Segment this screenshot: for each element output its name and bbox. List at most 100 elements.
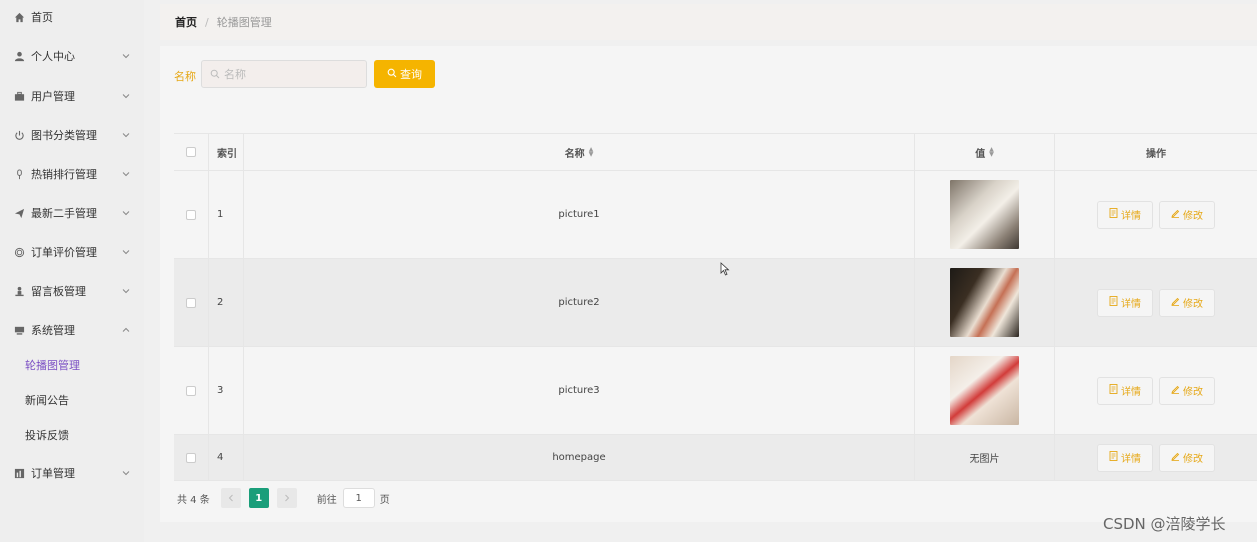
sort-icon[interactable]: ▲ ▼ bbox=[589, 147, 594, 158]
user-icon bbox=[14, 51, 25, 62]
row-thumbnail[interactable] bbox=[950, 268, 1019, 337]
chevron-up-icon bbox=[122, 326, 130, 334]
row-name: picture2 bbox=[558, 297, 600, 308]
pagination-total: 共 4 条 bbox=[177, 494, 210, 506]
edit-label: 修改 bbox=[1183, 299, 1203, 310]
mouse-cursor-icon bbox=[720, 262, 730, 276]
page-number-current[interactable]: 1 bbox=[248, 488, 269, 508]
query-button[interactable]: 查询 bbox=[374, 60, 435, 88]
header-name: 名称 bbox=[564, 148, 585, 160]
row-thumbnail[interactable] bbox=[950, 180, 1019, 249]
detail-button[interactable]: 详情 bbox=[1097, 288, 1153, 317]
row-index: 1 bbox=[217, 209, 224, 220]
sidebar-item-hot-ranking[interactable]: 热销排行管理 bbox=[0, 162, 144, 186]
sidebar-item-home[interactable]: 首页 bbox=[0, 5, 144, 29]
sidebar-item-label: 用户管理 bbox=[31, 90, 75, 103]
detail-button[interactable]: 详情 bbox=[1097, 443, 1153, 472]
search-icon bbox=[387, 68, 397, 81]
sidebar-item-label: 最新二手管理 bbox=[31, 207, 97, 220]
sidebar-item-book-category[interactable]: 图书分类管理 bbox=[0, 123, 144, 147]
sidebar-subitem-news[interactable]: 新闻公告 bbox=[25, 390, 69, 410]
table-row: 3 picture3 详情 修改 bbox=[174, 347, 1257, 435]
edit-icon bbox=[1171, 451, 1180, 464]
edit-button[interactable]: 修改 bbox=[1159, 200, 1215, 229]
chevron-down-icon bbox=[122, 287, 130, 295]
chevron-down-icon bbox=[122, 52, 130, 60]
sidebar-item-system[interactable]: 系统管理 bbox=[0, 318, 144, 342]
header-value: 值 bbox=[975, 148, 986, 160]
goto-label: 前往 bbox=[316, 494, 337, 506]
row-checkbox[interactable] bbox=[186, 452, 196, 463]
document-icon bbox=[1109, 384, 1118, 397]
chevron-down-icon bbox=[122, 209, 130, 217]
breadcrumb-current: 轮播图管理 bbox=[216, 16, 272, 29]
chevron-right-icon bbox=[284, 494, 289, 502]
edit-button[interactable]: 修改 bbox=[1159, 376, 1215, 405]
header-value-cell[interactable]: 值 ▲ ▼ bbox=[915, 134, 1055, 170]
sidebar-item-label: 热销排行管理 bbox=[31, 168, 97, 181]
sidebar-item-secondhand[interactable]: 最新二手管理 bbox=[0, 201, 144, 225]
query-button-label: 查询 bbox=[400, 68, 422, 81]
sidebar-item-label: 个人中心 bbox=[31, 50, 75, 63]
edit-label: 修改 bbox=[1183, 211, 1203, 222]
sidebar-item-order-review[interactable]: 订单评价管理 bbox=[0, 240, 144, 264]
power-icon bbox=[14, 130, 25, 141]
search-input[interactable] bbox=[224, 67, 364, 81]
header-name-cell[interactable]: 名称 ▲ ▼ bbox=[244, 134, 915, 170]
row-name: picture1 bbox=[558, 209, 600, 220]
detail-label: 详情 bbox=[1121, 299, 1141, 310]
sidebar-item-label: 留言板管理 bbox=[31, 285, 86, 298]
edit-icon bbox=[1171, 296, 1180, 309]
sidebar-item-orders[interactable]: 订单管理 bbox=[0, 461, 144, 485]
edit-button[interactable]: 修改 bbox=[1159, 288, 1215, 317]
chart-icon bbox=[14, 468, 25, 479]
row-index: 4 bbox=[217, 452, 224, 463]
sidebar-item-message-board[interactable]: 留言板管理 bbox=[0, 279, 144, 303]
row-thumbnail[interactable] bbox=[950, 356, 1019, 425]
edit-button[interactable]: 修改 bbox=[1159, 443, 1215, 472]
next-page-button[interactable] bbox=[276, 488, 297, 508]
row-checkbox[interactable] bbox=[186, 209, 196, 220]
breadcrumb: 首页 / 轮播图管理 bbox=[160, 4, 1257, 40]
search-input-wrapper[interactable] bbox=[201, 60, 367, 88]
sidebar-item-profile[interactable]: 个人中心 bbox=[0, 44, 144, 68]
edit-icon bbox=[1171, 208, 1180, 221]
document-icon bbox=[1109, 451, 1118, 464]
sidebar-item-label: 系统管理 bbox=[31, 324, 75, 337]
watermark: CSDN @涪陵学长 bbox=[1103, 515, 1226, 533]
chevron-down-icon bbox=[122, 469, 130, 477]
chevron-down-icon bbox=[122, 92, 130, 100]
detail-label: 详情 bbox=[1121, 211, 1141, 222]
chevron-down-icon bbox=[122, 248, 130, 256]
table-row: 2 picture2 详情 修改 bbox=[174, 259, 1257, 347]
sidebar-subitem-feedback[interactable]: 投诉反馈 bbox=[25, 425, 69, 445]
sort-icon[interactable]: ▲ ▼ bbox=[989, 147, 994, 158]
breadcrumb-home[interactable]: 首页 bbox=[175, 14, 197, 30]
goto-page-input[interactable]: 1 bbox=[342, 488, 375, 508]
edit-icon bbox=[1171, 384, 1180, 397]
circle-icon bbox=[14, 247, 25, 258]
chevron-down-icon bbox=[122, 131, 130, 139]
select-all-checkbox[interactable] bbox=[186, 147, 196, 157]
row-checkbox[interactable] bbox=[186, 297, 196, 308]
goto-suffix: 页 bbox=[379, 494, 390, 506]
detail-label: 详情 bbox=[1121, 387, 1141, 398]
sidebar-item-users[interactable]: 用户管理 bbox=[0, 84, 144, 108]
sidebar-item-label: 订单评价管理 bbox=[31, 246, 97, 259]
breadcrumb-separator: / bbox=[205, 15, 209, 29]
chevron-left-icon bbox=[228, 494, 233, 502]
monitor-icon bbox=[14, 325, 25, 336]
row-checkbox[interactable] bbox=[186, 385, 196, 396]
prev-page-button[interactable] bbox=[220, 488, 241, 508]
send-icon bbox=[14, 208, 25, 219]
detail-button[interactable]: 详情 bbox=[1097, 200, 1153, 229]
person-stand-icon bbox=[14, 286, 25, 297]
detail-label: 详情 bbox=[1121, 454, 1141, 465]
home-icon bbox=[14, 12, 25, 23]
pagination: 共 4 条 1 前往 1 页 bbox=[177, 488, 390, 508]
row-name: picture3 bbox=[558, 385, 600, 396]
sidebar-item-label: 首页 bbox=[31, 11, 53, 24]
detail-button[interactable]: 详情 bbox=[1097, 376, 1153, 405]
row-index: 2 bbox=[217, 297, 224, 308]
sidebar-subitem-carousel[interactable]: 轮播图管理 bbox=[25, 355, 80, 375]
